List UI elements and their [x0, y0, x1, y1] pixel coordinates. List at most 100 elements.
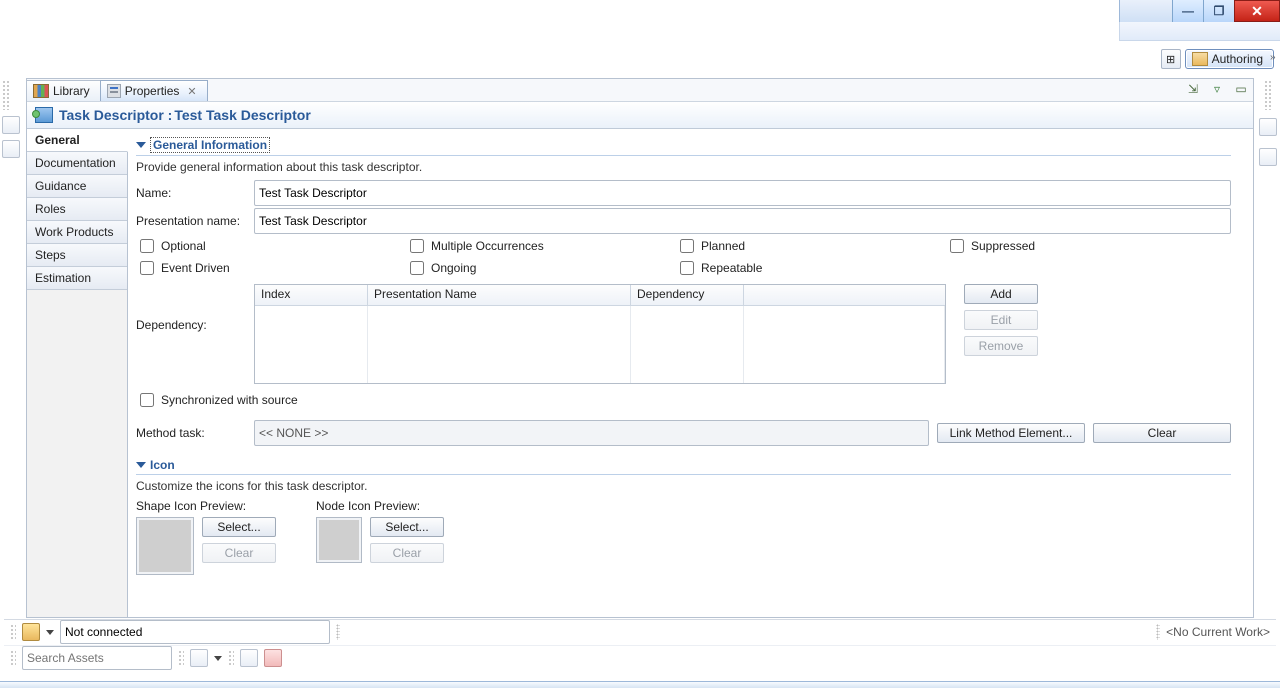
toolbar-button-1[interactable]: [190, 649, 208, 667]
view-menu-icon[interactable]: ▿: [1209, 81, 1225, 97]
chk-event-driven[interactable]: Event Driven: [136, 258, 396, 278]
minimize-view-icon[interactable]: ▭: [1233, 81, 1249, 97]
dropdown-icon[interactable]: [46, 630, 54, 635]
pin-icon[interactable]: ⇲: [1185, 81, 1201, 97]
shape-clear-button[interactable]: Clear: [202, 543, 276, 563]
optional-checkbox[interactable]: [140, 239, 154, 253]
page-tab-general[interactable]: General: [27, 129, 128, 152]
dependency-table-body[interactable]: [255, 306, 945, 383]
label-name: Name:: [136, 186, 246, 200]
authoring-icon: [1192, 52, 1208, 66]
clear-method-button[interactable]: Clear: [1093, 423, 1231, 443]
open-perspective-button[interactable]: ⊞: [1161, 49, 1181, 69]
page-tab-roles[interactable]: Roles: [27, 198, 127, 221]
presentation-name-input[interactable]: [254, 208, 1231, 234]
shape-icon-preview: [136, 517, 194, 575]
checkbox-grid: Optional Multiple Occurrences Planned Su…: [136, 236, 1231, 278]
editor-tabstrip: Library Properties ✕ ⇲ ▿ ▭: [27, 79, 1253, 102]
chk-multiple[interactable]: Multiple Occurrences: [406, 236, 666, 256]
connection-status-field: [60, 620, 330, 644]
show-view-button[interactable]: [2, 140, 20, 158]
ongoing-checkbox[interactable]: [410, 261, 424, 275]
tab-properties[interactable]: Properties ✕: [100, 80, 208, 101]
section-title: General Information: [150, 137, 270, 153]
toolbar-overflow-icon[interactable]: »: [1270, 52, 1280, 63]
form-page-tabs: General Documentation Guidance Roles Wor…: [27, 129, 128, 617]
restore-button[interactable]: ❐: [1203, 0, 1234, 22]
page-tab-documentation[interactable]: Documentation: [27, 152, 127, 175]
chk-label: Planned: [701, 239, 745, 253]
name-input[interactable]: [254, 180, 1231, 206]
restore-view-button-right[interactable]: [1259, 118, 1277, 136]
node-select-button[interactable]: Select...: [370, 517, 444, 537]
shape-icon-group: Shape Icon Preview: Select... Clear: [136, 499, 276, 575]
add-button[interactable]: Add: [964, 284, 1038, 304]
node-clear-button[interactable]: Clear: [370, 543, 444, 563]
label-method-task: Method task:: [136, 426, 246, 440]
col-spacer: [744, 285, 945, 305]
remove-button[interactable]: Remove: [964, 336, 1038, 356]
show-view-button-right[interactable]: [1259, 148, 1277, 166]
icon-preview-row: Shape Icon Preview: Select... Clear Node…: [136, 499, 1231, 575]
planned-checkbox[interactable]: [680, 239, 694, 253]
shape-select-button[interactable]: Select...: [202, 517, 276, 537]
chk-planned[interactable]: Planned: [676, 236, 936, 256]
suppressed-checkbox[interactable]: [950, 239, 964, 253]
chk-synchronized[interactable]: Synchronized with source: [136, 390, 1231, 410]
link-method-element-button[interactable]: Link Method Element...: [937, 423, 1085, 443]
form-scroll: General Information Provide general info…: [128, 129, 1253, 617]
dependency-table-header: Index Presentation Name Dependency: [255, 285, 945, 306]
gripper-icon: [10, 650, 16, 666]
minimize-button[interactable]: —: [1172, 0, 1203, 22]
chk-optional[interactable]: Optional: [136, 236, 396, 256]
twistie-down-icon: [136, 142, 146, 148]
edit-button[interactable]: Edit: [964, 310, 1038, 330]
toolbar-button-3[interactable]: [264, 649, 282, 667]
repeatable-checkbox[interactable]: [680, 261, 694, 275]
close-button[interactable]: ✕: [1234, 0, 1280, 22]
synchronized-checkbox[interactable]: [140, 393, 154, 407]
perspective-bar: ⊞ Authoring: [1161, 48, 1274, 70]
col-dependency[interactable]: Dependency: [631, 285, 744, 305]
chk-label: Repeatable: [701, 261, 762, 275]
page-tab-guidance[interactable]: Guidance: [27, 175, 127, 198]
gripper-icon: [228, 650, 234, 666]
chk-label: Suppressed: [971, 239, 1035, 253]
dropdown-icon[interactable]: [214, 656, 222, 661]
tab-label: Library: [53, 84, 90, 98]
page-tab-steps[interactable]: Steps: [27, 244, 127, 267]
section-description: Customize the icons for this task descri…: [136, 479, 1231, 493]
section-header-icon[interactable]: Icon: [136, 456, 1231, 475]
dependency-table[interactable]: Index Presentation Name Dependency: [254, 284, 946, 384]
search-assets-input[interactable]: [22, 646, 172, 670]
node-icon-preview: [316, 517, 362, 563]
titlebar-strip: [1119, 22, 1280, 41]
twistie-down-icon: [136, 462, 146, 468]
restore-view-button[interactable]: [2, 116, 20, 134]
col-index[interactable]: Index: [255, 285, 368, 305]
section-header-general[interactable]: General Information: [136, 135, 1231, 156]
page-tab-estimation[interactable]: Estimation: [27, 267, 127, 290]
close-tab-icon[interactable]: ✕: [187, 85, 196, 98]
status-left: [10, 620, 330, 644]
left-trim: [2, 78, 22, 164]
perspective-authoring[interactable]: Authoring: [1185, 49, 1274, 69]
col-presentation[interactable]: Presentation Name: [368, 285, 631, 305]
multiple-occurrences-checkbox[interactable]: [410, 239, 424, 253]
row-dependency: Dependency: Index Presentation Name Depe…: [136, 284, 1231, 384]
event-driven-checkbox[interactable]: [140, 261, 154, 275]
chk-suppressed[interactable]: Suppressed: [946, 236, 1206, 256]
chk-repeatable[interactable]: Repeatable: [676, 258, 936, 278]
chk-label: Event Driven: [161, 261, 230, 275]
perspective-label: Authoring: [1212, 52, 1263, 66]
node-icon-label: Node Icon Preview:: [316, 499, 444, 513]
toolbar-button-2[interactable]: [240, 649, 258, 667]
connection-icon[interactable]: [22, 623, 40, 641]
chk-ongoing[interactable]: Ongoing: [406, 258, 666, 278]
form-header: Task Descriptor : Test Task Descriptor: [27, 102, 1253, 129]
tab-library[interactable]: Library: [26, 80, 101, 101]
page-tab-work-products[interactable]: Work Products: [27, 221, 127, 244]
properties-icon: [107, 84, 121, 98]
row-presentation-name: Presentation name:: [136, 208, 1231, 234]
editor-area: Library Properties ✕ ⇲ ▿ ▭ Task Descript…: [26, 78, 1254, 618]
